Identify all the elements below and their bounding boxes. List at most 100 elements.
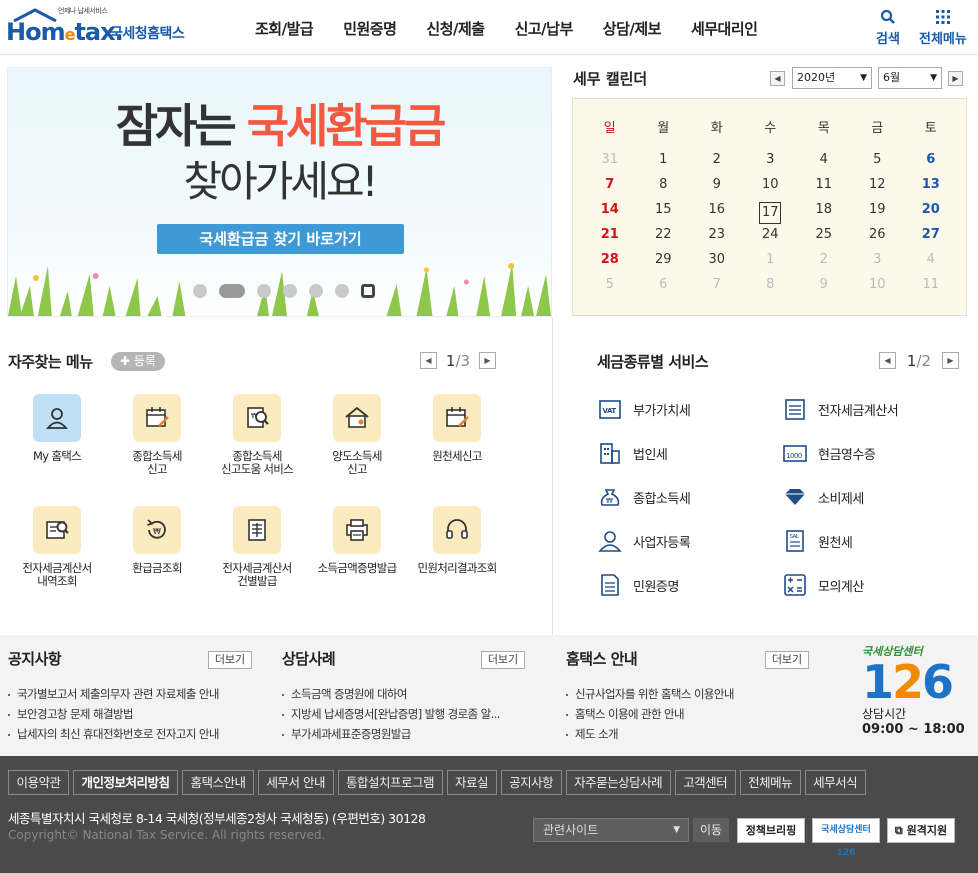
calendar-day[interactable]: 11 bbox=[797, 177, 851, 192]
year-select[interactable]: 2020년 ▼ bbox=[792, 67, 872, 89]
calendar-day[interactable]: 23 bbox=[690, 227, 744, 242]
refund-banner[interactable]: 잠자는 국세환급금 찾아가세요! 국세환급금 찾기 바로가기 bbox=[7, 67, 552, 317]
next-month-button[interactable]: ▶ bbox=[948, 71, 963, 86]
notice-item[interactable]: 납세자의 최신 휴대전화번호로 전자고지 안내 bbox=[8, 726, 219, 742]
remote-support-button[interactable]: ⧉ 원격지원 bbox=[887, 818, 955, 843]
menu-capital-gains-report[interactable]: 양도소득세 신고 bbox=[307, 394, 407, 476]
footer-link-install[interactable]: 통합설치프로그램 bbox=[337, 770, 443, 795]
calendar-day[interactable]: 8 bbox=[744, 277, 798, 292]
footer-link-hometax-guide[interactable]: 홈택스안내 bbox=[182, 770, 255, 795]
calendar-day[interactable]: 16 bbox=[690, 202, 744, 224]
footer-link-tax-office[interactable]: 세무서 안내 bbox=[258, 770, 334, 795]
calendar-day[interactable]: 26 bbox=[851, 227, 905, 242]
nav-menu-inquiry[interactable]: 조회/발급 bbox=[255, 18, 314, 39]
calendar-day[interactable]: 1 bbox=[637, 152, 691, 167]
nav-menu-apply[interactable]: 신청/제출 bbox=[426, 18, 485, 39]
nav-menu-certificate[interactable]: 민원증명 bbox=[343, 18, 397, 39]
consult-item[interactable]: 소득금액 증명원에 대하여 bbox=[282, 686, 407, 702]
calendar-day[interactable]: 22 bbox=[637, 227, 691, 242]
go-button[interactable]: 이동 bbox=[693, 818, 729, 842]
calendar-day[interactable]: 1 bbox=[744, 252, 798, 267]
service-cash-receipt[interactable]: 1000 현금영수증 bbox=[781, 439, 876, 467]
pause-icon[interactable] bbox=[361, 284, 375, 298]
tax-consult-center-126[interactable]: 국세상담센터 126 상담시간 09:00 ~ 18:00 bbox=[862, 643, 972, 748]
service-corporate-tax[interactable]: 법인세 bbox=[596, 439, 668, 467]
footer-link-all-menu[interactable]: 전체메뉴 bbox=[739, 770, 801, 795]
footer-link-notice[interactable]: 공지사항 bbox=[500, 770, 562, 795]
calendar-day[interactable]: 19 bbox=[851, 202, 905, 224]
calendar-day[interactable]: 9 bbox=[797, 277, 851, 292]
banner-dot[interactable] bbox=[283, 284, 297, 298]
footer-link-privacy[interactable]: 개인정보처리방침 bbox=[73, 770, 179, 795]
guide-more-button[interactable]: 더보기 bbox=[765, 651, 809, 669]
footer-link-terms[interactable]: 이용약관 bbox=[8, 770, 70, 795]
notice-item[interactable]: 국가별보고서 제출의무자 관련 자료제출 안내 bbox=[8, 686, 219, 702]
related-sites-select[interactable]: 관련사이트 ▼ bbox=[533, 818, 689, 842]
calendar-day[interactable]: 29 bbox=[637, 252, 691, 267]
calendar-day[interactable]: 11 bbox=[904, 277, 958, 292]
search-button[interactable]: 검색 bbox=[876, 8, 900, 47]
calendar-day[interactable]: 13 bbox=[904, 177, 958, 192]
calendar-day[interactable]: 14 bbox=[583, 202, 637, 224]
notice-more-button[interactable]: 더보기 bbox=[208, 651, 252, 669]
calendar-day[interactable]: 27 bbox=[904, 227, 958, 242]
calendar-day[interactable]: 10 bbox=[744, 177, 798, 192]
calendar-day[interactable]: 21 bbox=[583, 227, 637, 242]
prev-year-button[interactable]: ◀ bbox=[770, 71, 785, 86]
calendar-day[interactable]: 30 bbox=[690, 252, 744, 267]
calendar-day[interactable]: 4 bbox=[904, 252, 958, 267]
footer-link-library[interactable]: 자료실 bbox=[446, 770, 497, 795]
service-business-registration[interactable]: 사업자등록 bbox=[596, 527, 691, 555]
service-income-tax[interactable]: ₩ 종합소득세 bbox=[596, 483, 691, 511]
calendar-day[interactable]: 5 bbox=[851, 152, 905, 167]
banner-dot-active[interactable] bbox=[219, 284, 245, 298]
next-page-button[interactable]: ▶ bbox=[479, 352, 496, 369]
calendar-day[interactable]: 2 bbox=[797, 252, 851, 267]
guide-item[interactable]: 홈택스 이용에 관한 안내 bbox=[566, 706, 685, 722]
footer-link-tax-forms[interactable]: 세무서식 bbox=[804, 770, 866, 795]
service-certificates[interactable]: 민원증명 bbox=[596, 571, 679, 599]
service-vat[interactable]: VAT 부가가치세 bbox=[596, 395, 691, 423]
refund-search-button[interactable]: 국세환급금 찾기 바로가기 bbox=[157, 224, 404, 254]
banner-dot[interactable] bbox=[335, 284, 349, 298]
policy-briefing-button[interactable]: 정책브리핑 bbox=[737, 818, 805, 843]
calendar-day[interactable]: 3 bbox=[851, 252, 905, 267]
calendar-day[interactable]: 6 bbox=[637, 277, 691, 292]
consult-item[interactable]: 지방세 납세증명서[완납증명] 발행 경로좀 알... bbox=[282, 706, 500, 722]
guide-item[interactable]: 제도 소개 bbox=[566, 726, 619, 742]
all-menu-button[interactable]: 전체메뉴 bbox=[919, 8, 967, 47]
service-withholding-tax[interactable]: SAL 원천세 bbox=[781, 527, 853, 555]
calendar-day-today[interactable]: 17 bbox=[744, 202, 798, 224]
nav-menu-agent[interactable]: 세무대리인 bbox=[691, 18, 758, 39]
guide-item[interactable]: 신규사업자를 위한 홈택스 이용안내 bbox=[566, 686, 734, 702]
register-menu-button[interactable]: ✚ 등록 bbox=[111, 352, 165, 371]
banner-dot[interactable] bbox=[257, 284, 271, 298]
month-select[interactable]: 6월 ▼ bbox=[878, 67, 942, 89]
calendar-day[interactable]: 5 bbox=[583, 277, 637, 292]
calendar-day[interactable]: 7 bbox=[690, 277, 744, 292]
calendar-day[interactable]: 8 bbox=[637, 177, 691, 192]
menu-my-hometax[interactable]: My 홈택스 bbox=[7, 394, 107, 463]
calendar-day[interactable]: 28 bbox=[583, 252, 637, 267]
calendar-day[interactable]: 7 bbox=[583, 177, 637, 192]
calendar-day[interactable]: 9 bbox=[690, 177, 744, 192]
calendar-day[interactable]: 3 bbox=[744, 152, 798, 167]
calendar-day[interactable]: 4 bbox=[797, 152, 851, 167]
calendar-day[interactable]: 2 bbox=[690, 152, 744, 167]
calendar-day[interactable]: 18 bbox=[797, 202, 851, 224]
menu-e-invoice-issue[interactable]: 전자세금계산서 건별발급 bbox=[207, 506, 307, 588]
menu-income-tax-help[interactable]: ₩ 종합소득세 신고도움 서비스 bbox=[207, 394, 307, 476]
prev-page-button[interactable]: ◀ bbox=[879, 352, 896, 369]
service-simulation[interactable]: 모의계산 bbox=[781, 571, 864, 599]
calendar-day[interactable]: 15 bbox=[637, 202, 691, 224]
footer-link-customer-center[interactable]: 고객센터 bbox=[674, 770, 736, 795]
nav-menu-consult[interactable]: 상담/제보 bbox=[603, 18, 662, 39]
calendar-day[interactable]: 25 bbox=[797, 227, 851, 242]
menu-withholding-report[interactable]: 원천세신고 bbox=[407, 394, 507, 463]
banner-dot[interactable] bbox=[309, 284, 323, 298]
consult-item[interactable]: 부가세과세표준증명원발급 bbox=[282, 726, 411, 742]
menu-refund-inquiry[interactable]: ₩ 환급금조회 bbox=[107, 506, 207, 575]
footer-link-faq[interactable]: 자주묻는상담사례 bbox=[565, 770, 671, 795]
calendar-day[interactable]: 20 bbox=[904, 202, 958, 224]
nav-menu-report[interactable]: 신고/납부 bbox=[515, 18, 574, 39]
